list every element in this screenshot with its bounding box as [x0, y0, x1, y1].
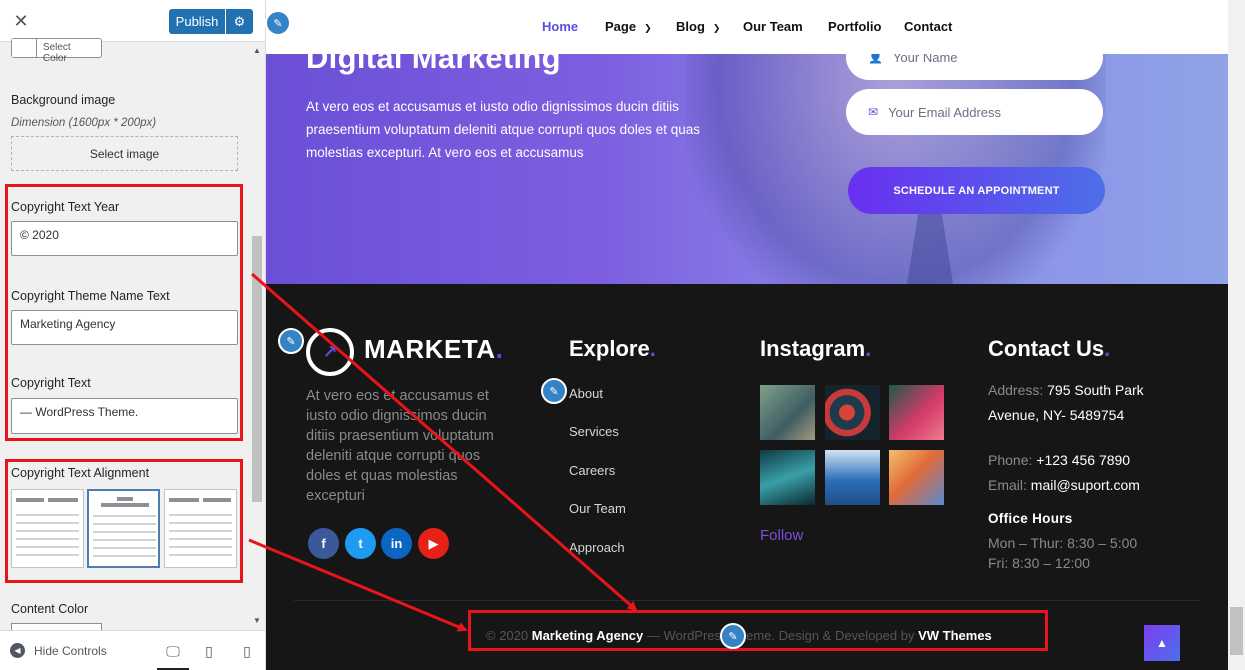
preview-scrollbar[interactable]	[1228, 0, 1245, 670]
arrow-to-copyright-alignment	[248, 538, 468, 632]
edit-shortcut-pencil-icon[interactable]: ✎	[720, 623, 746, 649]
preview-scroll-thumb[interactable]	[1230, 607, 1243, 655]
annotation-arrows	[248, 272, 638, 632]
arrow-to-copyright-line	[251, 272, 638, 612]
